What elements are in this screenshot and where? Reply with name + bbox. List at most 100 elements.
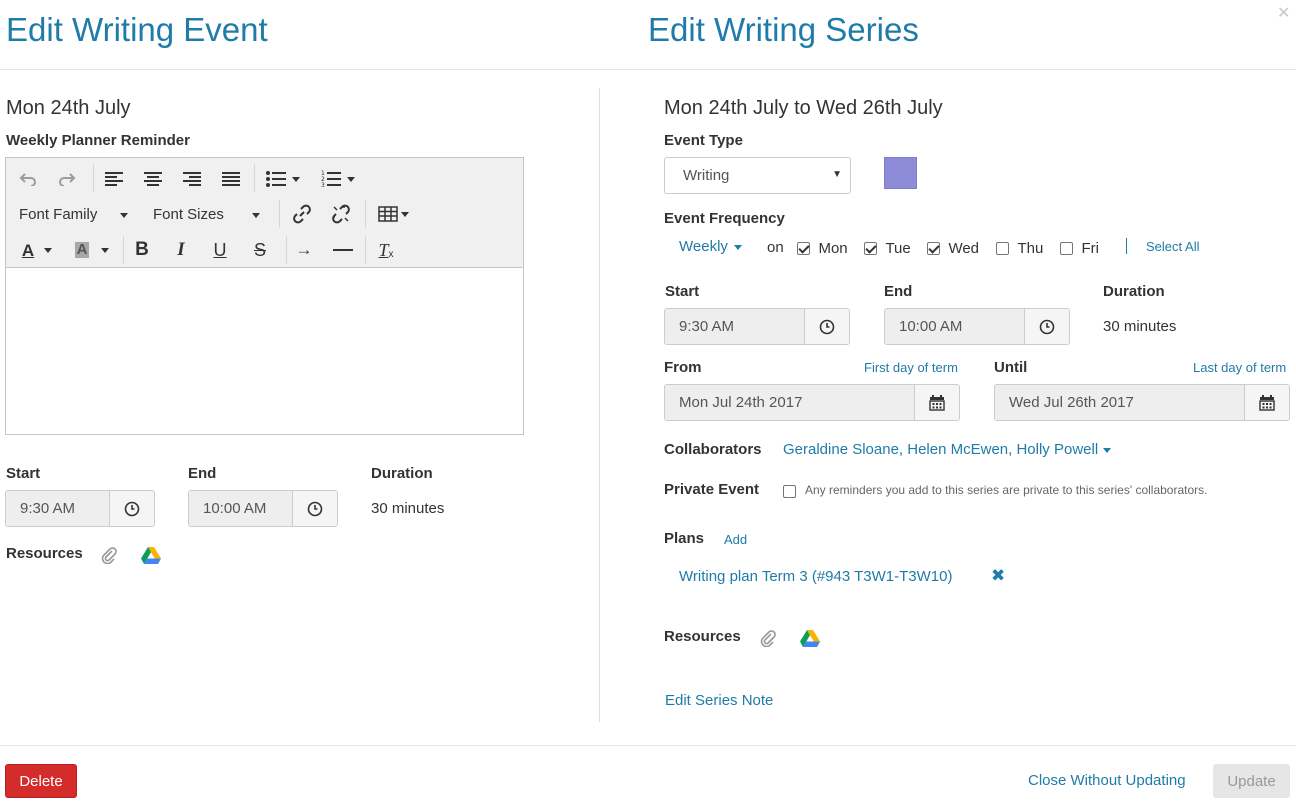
series-end-time-value[interactable]: 10:00 AM <box>885 309 1024 344</box>
duration-label: Duration <box>371 465 433 482</box>
chevron-down-icon: ▼ <box>832 169 842 180</box>
undo-icon[interactable] <box>16 168 40 190</box>
event-type-label: Event Type <box>664 132 743 149</box>
day-checkbox-mon[interactable]: Mon <box>797 240 848 258</box>
clock-icon[interactable] <box>804 309 849 344</box>
clock-icon[interactable] <box>1024 309 1069 344</box>
first-day-of-term-link[interactable]: First day of term <box>864 361 958 374</box>
link-icon[interactable] <box>290 203 314 225</box>
remove-plan-icon[interactable]: ✖ <box>991 567 1005 584</box>
footer-divider <box>0 745 1296 746</box>
align-center-icon[interactable] <box>141 168 165 190</box>
frequency-dropdown[interactable]: Weekly <box>679 238 743 255</box>
clock-icon[interactable] <box>292 491 337 526</box>
series-end-time-field[interactable]: 10:00 AM <box>884 308 1070 345</box>
editor-toolbar: 123 Font Family Font Sizes A A B I U S →… <box>6 158 523 268</box>
checkbox[interactable] <box>797 242 810 256</box>
event-type-value: Writing <box>683 167 730 184</box>
calendar-icon[interactable] <box>914 385 959 420</box>
frequency-value: Weekly <box>679 238 728 255</box>
align-right-icon[interactable] <box>180 168 204 190</box>
from-date-field[interactable]: Mon Jul 24th 2017 <box>664 384 960 421</box>
font-sizes-dropdown[interactable]: Font Sizes <box>153 207 261 222</box>
chevron-down-icon <box>119 212 128 218</box>
clock-icon[interactable] <box>109 491 154 526</box>
google-drive-icon[interactable] <box>800 630 820 652</box>
day-checkbox-thu[interactable]: Thu <box>996 240 1043 258</box>
day-label: Fri <box>1081 240 1099 257</box>
font-family-dropdown[interactable]: Font Family <box>19 207 128 222</box>
start-label: Start <box>6 465 41 482</box>
checkbox[interactable] <box>1060 242 1073 256</box>
series-duration-label: Duration <box>1103 283 1165 300</box>
day-label: Thu <box>1017 240 1044 257</box>
align-left-icon[interactable] <box>102 168 126 190</box>
day-label: Mon <box>818 240 848 257</box>
underline-icon[interactable]: U <box>208 238 232 262</box>
until-date-value[interactable]: Wed Jul 26th 2017 <box>995 385 1244 420</box>
duration-value: 30 minutes <box>371 500 445 517</box>
collaborators-label: Collaborators <box>664 441 762 458</box>
background-color-icon[interactable]: A <box>68 238 116 262</box>
clear-formatting-icon[interactable]: Tx <box>374 238 398 262</box>
private-event-note: Any reminders you add to this series are… <box>805 483 1208 497</box>
editor-content-area[interactable] <box>6 269 523 434</box>
calendar-icon[interactable] <box>1244 385 1289 420</box>
toolbar-separator <box>286 236 287 264</box>
series-start-time-field[interactable]: 9:30 AM <box>664 308 850 345</box>
update-button[interactable]: Update <box>1213 764 1290 798</box>
google-drive-icon[interactable] <box>141 547 161 569</box>
series-duration-value: 30 minutes <box>1103 318 1177 335</box>
align-justify-icon[interactable] <box>219 168 243 190</box>
from-label: From <box>664 359 702 376</box>
checkbox[interactable] <box>996 242 1009 256</box>
redo-icon[interactable] <box>55 168 79 190</box>
select-all-link[interactable]: Select All <box>1146 240 1199 253</box>
event-color-swatch[interactable] <box>884 157 917 189</box>
start-time-field[interactable]: 9:30 AM <box>5 490 155 527</box>
toolbar-separator <box>279 200 280 228</box>
last-day-of-term-link[interactable]: Last day of term <box>1193 361 1286 374</box>
strikethrough-icon[interactable]: S <box>248 238 272 262</box>
bullet-list-icon[interactable] <box>262 168 304 190</box>
series-resources-label: Resources <box>664 628 741 645</box>
editor-label: Weekly Planner Reminder <box>6 132 190 149</box>
numbered-list-icon[interactable]: 123 <box>317 168 359 190</box>
text-color-icon[interactable]: A <box>16 238 58 262</box>
from-date-value[interactable]: Mon Jul 24th 2017 <box>665 385 914 420</box>
day-checkbox-tue[interactable]: Tue <box>864 240 911 258</box>
toolbar-separator <box>365 236 366 264</box>
event-type-select[interactable]: Writing ▼ <box>664 157 851 194</box>
end-time-field[interactable]: 10:00 AM <box>188 490 338 527</box>
indent-arrow-icon[interactable]: → <box>292 238 316 262</box>
horizontal-rule-icon[interactable] <box>331 238 355 262</box>
close-without-updating-link[interactable]: Close Without Updating <box>1028 773 1186 788</box>
day-checkbox-fri[interactable]: Fri <box>1060 240 1099 258</box>
edit-series-note-link[interactable]: Edit Series Note <box>665 693 773 708</box>
series-start-time-value[interactable]: 9:30 AM <box>665 309 804 344</box>
paperclip-icon[interactable] <box>100 546 118 569</box>
plan-item-link[interactable]: Writing plan Term 3 (#943 T3W1-T3W10) <box>679 569 952 584</box>
toolbar-separator <box>123 236 124 264</box>
until-date-field[interactable]: Wed Jul 26th 2017 <box>994 384 1290 421</box>
close-icon[interactable]: ✕ <box>1277 6 1290 22</box>
bold-icon[interactable]: B <box>130 238 154 262</box>
private-event-checkbox[interactable] <box>783 485 796 499</box>
table-icon[interactable] <box>374 203 412 225</box>
checkbox[interactable] <box>864 242 877 256</box>
series-date-range: Mon 24th July to Wed 26th July <box>664 97 943 119</box>
checkbox[interactable] <box>927 242 940 256</box>
collaborators-dropdown[interactable]: Geraldine Sloane, Helen McEwen, Holly Po… <box>783 442 1112 457</box>
resources-label: Resources <box>6 545 83 562</box>
end-time-value[interactable]: 10:00 AM <box>189 491 292 526</box>
delete-button[interactable]: Delete <box>5 764 77 798</box>
paperclip-icon[interactable] <box>759 629 777 652</box>
italic-icon[interactable]: I <box>169 238 193 262</box>
svg-text:3: 3 <box>321 182 325 188</box>
column-divider <box>599 88 600 722</box>
unlink-icon[interactable] <box>329 203 353 225</box>
add-plan-link[interactable]: Add <box>724 533 747 546</box>
day-checkbox-wed[interactable]: Wed <box>927 240 979 258</box>
start-time-value[interactable]: 9:30 AM <box>6 491 109 526</box>
toolbar-separator <box>365 200 366 228</box>
